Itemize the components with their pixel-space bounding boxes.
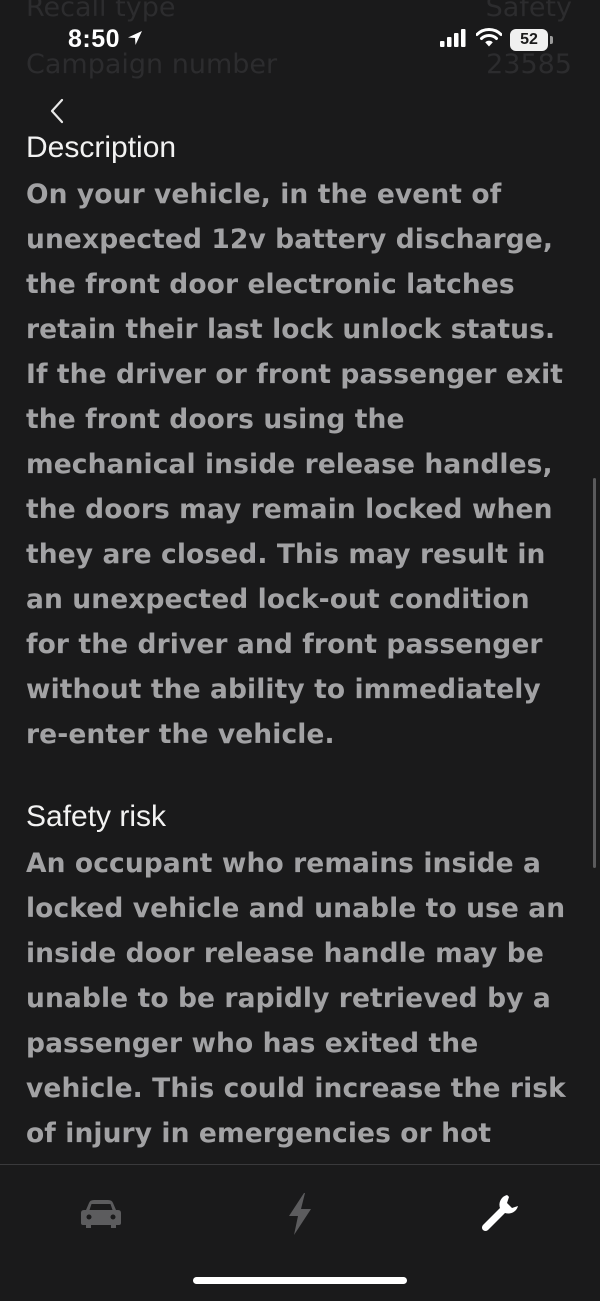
tab-service[interactable]: [476, 1191, 526, 1237]
status-bar: 8:50 52: [0, 22, 600, 62]
safety-risk-text: An occupant who remains inside a locked …: [26, 848, 566, 1149]
tab-vehicle[interactable]: [76, 1191, 126, 1237]
car-icon: [81, 1200, 121, 1228]
recall-type-value: Safety: [485, 0, 572, 23]
safety-risk-section: Safety risk An occupant who remains insi…: [26, 797, 578, 1156]
safety-risk-heading: Safety risk: [26, 800, 167, 833]
status-time-group: 8:50: [68, 25, 144, 54]
battery-percent: 52: [520, 30, 538, 48]
tab-charging[interactable]: [275, 1191, 325, 1237]
description-text: On your vehicle, in the event of unexpec…: [26, 179, 564, 750]
cellular-signal-icon: [440, 28, 466, 51]
location-arrow-icon: [126, 29, 144, 51]
back-button[interactable]: [42, 94, 72, 128]
description-section: Description On your vehicle, in the even…: [26, 128, 578, 757]
wifi-icon: [475, 28, 503, 51]
wrench-icon: [481, 1195, 518, 1232]
home-indicator[interactable]: [193, 1277, 407, 1284]
description-heading: Description: [26, 131, 177, 164]
battery-indicator: 52: [510, 28, 553, 51]
recall-type-label: Recall type: [26, 0, 176, 23]
recall-type-row: Recall type Safety: [26, 0, 572, 24]
recall-detail-content: Description On your vehicle, in the even…: [26, 128, 578, 1156]
status-time: 8:50: [68, 25, 121, 53]
chevron-left-icon: [50, 98, 64, 124]
status-indicators: 52: [440, 28, 553, 51]
scrollbar[interactable]: [593, 478, 596, 868]
bolt-icon: [289, 1193, 311, 1235]
